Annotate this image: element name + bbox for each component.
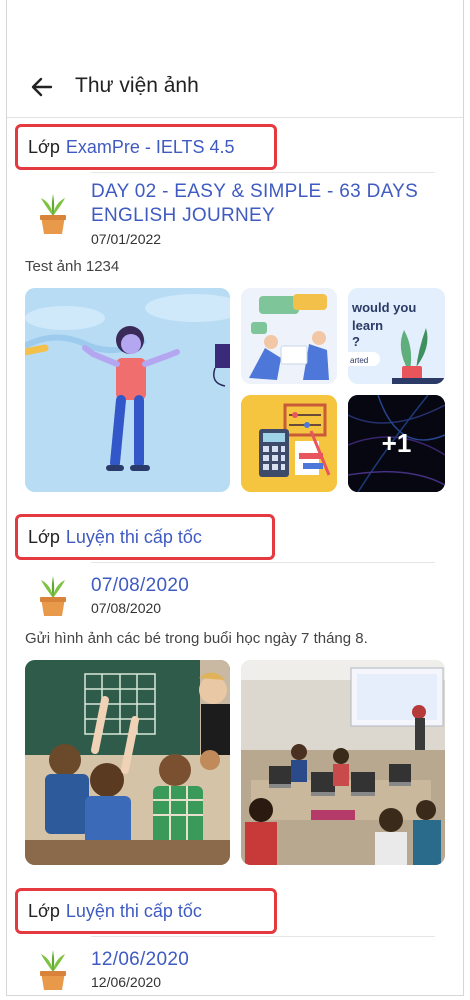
thumb-text-started: arted [350, 356, 368, 365]
gallery-image[interactable] [25, 288, 230, 492]
post-date: 07/08/2020 [91, 600, 162, 616]
divider [91, 172, 435, 173]
gallery-image[interactable] [241, 660, 445, 865]
class-name-link[interactable]: ExamPre - IELTS 4.5 [66, 137, 235, 158]
gallery-image[interactable]: would you learn ? arted [348, 288, 445, 384]
woman-shrug-illustration [25, 288, 230, 492]
plant-pot-icon [40, 950, 66, 990]
divider [91, 562, 435, 563]
class-prefix: Lớp [28, 136, 60, 157]
gallery-image[interactable] [241, 395, 337, 492]
gallery-image[interactable] [25, 660, 230, 865]
plant-pot-icon [40, 576, 66, 616]
more-images-count: +1 [348, 395, 445, 492]
post-title[interactable]: 07/08/2020 [91, 574, 453, 598]
post-description: Gửi hình ảnh các bé trong buổi học ngày … [25, 630, 368, 647]
thumb-text-learn: learn [352, 318, 383, 333]
class-prefix: Lớp [28, 900, 60, 921]
class-label-box: Lớp Luyện thi cấp tốc [15, 514, 275, 560]
meeting-illustration [241, 288, 337, 384]
thumb-text-q: ? [352, 334, 360, 349]
screen: Thư viện ảnh Lớp ExamPre - IELTS 4.5 DAY… [6, 0, 464, 996]
class-label-box: Lớp ExamPre - IELTS 4.5 [15, 124, 277, 170]
app-bar: Thư viện ảnh [7, 0, 463, 118]
post-title[interactable]: DAY 02 - EASY & SIMPLE - 63 DAYS ENGLISH… [91, 180, 453, 228]
post-description: Test ảnh 1234 [25, 258, 120, 275]
post-date: 12/06/2020 [91, 974, 162, 990]
learn-banner-illustration: would you learn ? arted [348, 288, 445, 384]
class-prefix: Lớp [28, 526, 60, 547]
gallery-image-more[interactable]: +1 [348, 395, 445, 492]
calculator-illustration [241, 395, 337, 492]
computer-lab-photo [241, 660, 445, 865]
divider [91, 936, 435, 937]
class-name-link[interactable]: Luyện thi cấp tốc [66, 901, 202, 922]
page-title: Thư viện ảnh [75, 74, 199, 97]
gallery-image[interactable] [241, 288, 337, 384]
post-title[interactable]: 12/06/2020 [91, 948, 453, 972]
class-name-link[interactable]: Luyện thi cấp tốc [66, 527, 202, 548]
class-label-box: Lớp Luyện thi cấp tốc [15, 888, 277, 934]
back-arrow-icon[interactable] [29, 74, 55, 100]
classroom-photo [25, 660, 230, 865]
thumb-text-would-you: would you [351, 300, 416, 315]
plant-pot-icon [40, 194, 66, 234]
post-date: 07/01/2022 [91, 231, 162, 247]
